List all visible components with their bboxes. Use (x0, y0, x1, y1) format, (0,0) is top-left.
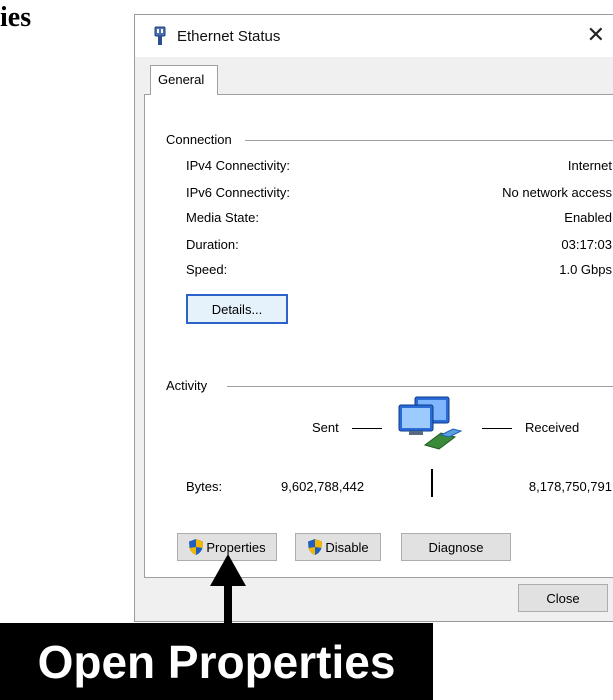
ipv6-value: No network access (502, 185, 612, 200)
ethernet-status-dialog: Ethernet Status ✕ General Connection IPv… (134, 14, 613, 622)
uac-shield-icon (188, 538, 204, 556)
open-properties-callout: Open Properties (0, 623, 433, 700)
tab-general[interactable]: General (150, 65, 218, 95)
connection-group-label: Connection (166, 132, 238, 147)
activity-group-label: Activity (166, 378, 214, 393)
details-button[interactable]: Details... (186, 294, 288, 324)
properties-button-label: Properties (206, 539, 266, 555)
tab-panel-general: Connection IPv4 Connectivity: Internet I… (144, 94, 613, 578)
page-text-fragment: ies (0, 2, 32, 33)
ipv4-label: IPv4 Connectivity: (186, 158, 291, 173)
ipv4-value: Internet (567, 158, 612, 173)
sent-line (352, 428, 382, 429)
network-computers-icon (395, 395, 467, 460)
ipv6-label: IPv6 Connectivity: (186, 185, 291, 200)
connection-group-line (245, 140, 613, 141)
close-button[interactable]: Close (518, 584, 608, 612)
window-title: Ethernet Status (177, 27, 281, 45)
disable-button[interactable]: Disable (295, 533, 381, 561)
received-line (482, 428, 512, 429)
duration-value: 03:17:03 (561, 237, 612, 252)
ethernet-plug-icon (153, 26, 167, 46)
activity-group-line (227, 386, 613, 387)
media-state-value: Enabled (564, 210, 612, 225)
disable-button-label: Disable (325, 539, 369, 555)
sent-label: Sent (312, 420, 339, 435)
duration-label: Duration: (186, 237, 239, 252)
media-state-label: Media State: (186, 210, 259, 225)
bytes-divider (431, 469, 433, 497)
bytes-sent-value: 9,602,788,442 (281, 479, 365, 494)
close-icon[interactable]: ✕ (587, 21, 605, 49)
speed-label: Speed: (186, 262, 228, 277)
title-bar: Ethernet Status ✕ (135, 15, 613, 57)
received-label: Received (525, 420, 580, 435)
bytes-received-value: 8,178,750,791 (528, 479, 612, 494)
diagnose-button[interactable]: Diagnose (401, 533, 511, 561)
bytes-label: Bytes: (186, 479, 223, 494)
uac-shield-icon (307, 538, 323, 556)
speed-value: 1.0 Gbps (559, 262, 612, 277)
